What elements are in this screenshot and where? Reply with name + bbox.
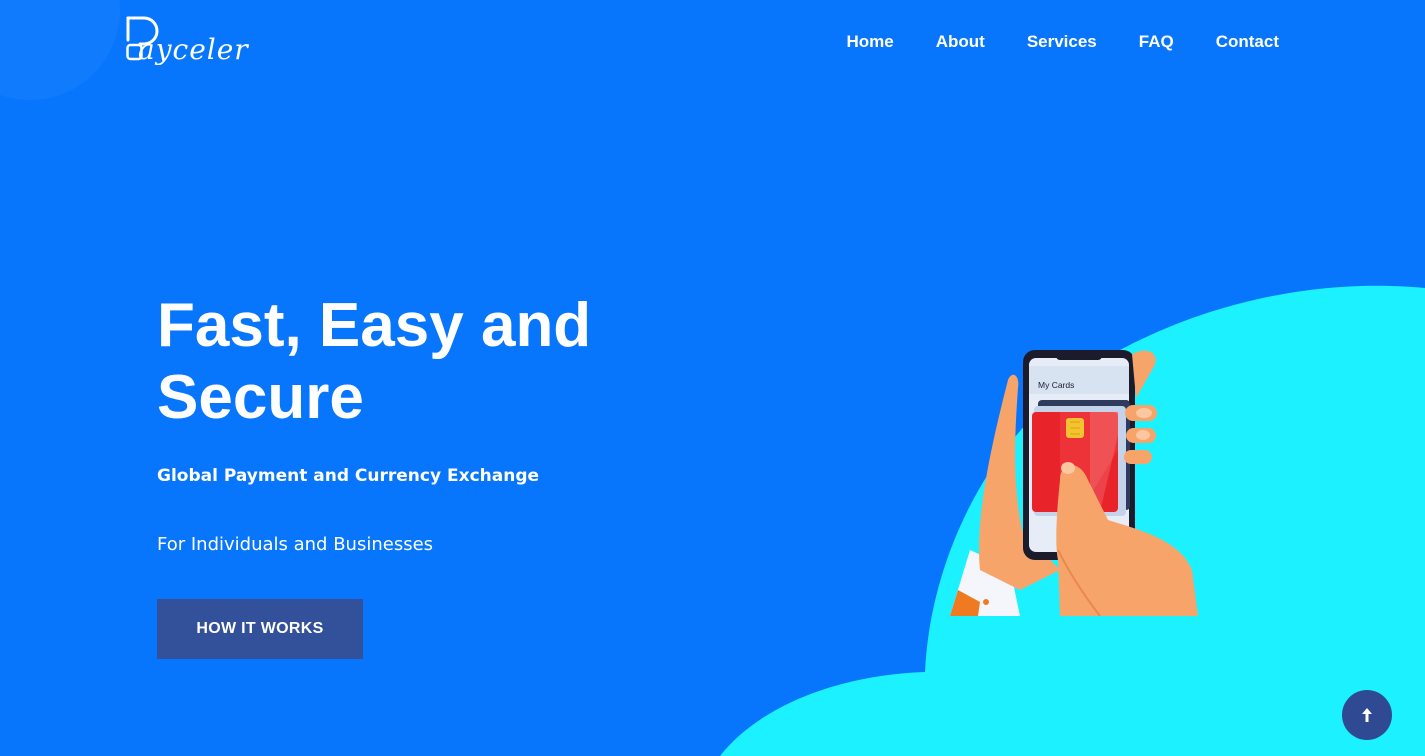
arrow-up-icon [1362, 708, 1372, 722]
brand-name: ayceler [138, 33, 249, 66]
nav-item-home[interactable]: Home [846, 32, 893, 52]
phone-header-text: My Cards [1038, 380, 1074, 390]
nav-item-services[interactable]: Services [1027, 32, 1097, 52]
nav-item-about[interactable]: About [936, 32, 985, 52]
main-nav: Home About Services FAQ Contact [804, 32, 1279, 52]
how-it-works-button[interactable]: HOW IT WORKS [157, 599, 363, 659]
nav-item-faq[interactable]: FAQ [1139, 32, 1174, 52]
scroll-to-top-button[interactable] [1342, 690, 1392, 740]
hero-tagline: For Individuals and Businesses [157, 534, 434, 555]
brand-logo[interactable]: ayceler [126, 14, 256, 64]
hero-subtitle: Global Payment and Currency Exchange [157, 466, 540, 486]
hero-title: Fast, Easy and Secure [157, 291, 592, 432]
nav-item-contact[interactable]: Contact [1216, 32, 1279, 52]
phone-payment-illustration: My Cards [950, 350, 1198, 617]
